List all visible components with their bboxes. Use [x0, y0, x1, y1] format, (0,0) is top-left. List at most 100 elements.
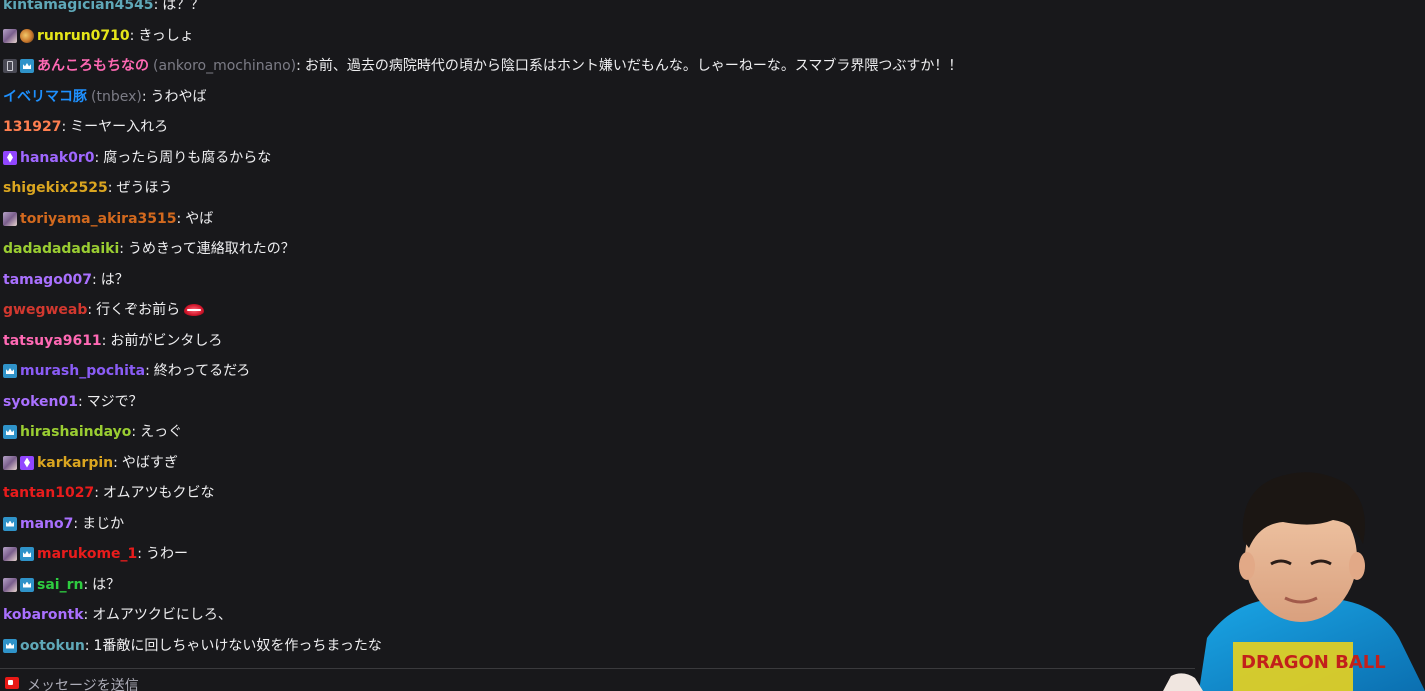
- cheer-badge-icon[interactable]: [20, 28, 34, 43]
- shirt-print-text: DRAGON BALL: [1241, 652, 1386, 673]
- chat-separator: :: [83, 607, 89, 623]
- crown-badge-icon[interactable]: [3, 425, 17, 439]
- chat-separator: :: [83, 576, 89, 593]
- chat-message-text: きっしょ: [138, 27, 194, 44]
- chat-separator: :: [94, 149, 100, 166]
- chat-username[interactable]: mano7: [20, 512, 73, 536]
- chat-username[interactable]: murash_pochita: [20, 359, 145, 383]
- chat-separator: :: [92, 271, 97, 288]
- chat-message-text: 1番敵に回しちゃいけない奴を作っちまったな: [93, 637, 382, 654]
- avatar-badge-icon[interactable]: [3, 211, 17, 226]
- chat-separator: :: [137, 546, 143, 562]
- chat-message-text: お前、過去の病院時代の頃から陰口系はホント嫌いだもんな。しゃーねーな。スマブラ界…: [304, 58, 963, 74]
- gem-badge-icon[interactable]: [3, 150, 17, 165]
- chat-input-placeholder: メッセージを送信: [27, 678, 139, 691]
- chat-username[interactable]: tantan1027: [3, 481, 94, 505]
- chat-username[interactable]: runrun0710: [37, 24, 130, 48]
- chat-login-name: (tnbex): [91, 88, 142, 105]
- chat-message: toriyama_akira3515: やば: [3, 207, 213, 231]
- crown-badge-icon[interactable]: [3, 516, 17, 531]
- chat-username[interactable]: shigekix2525: [3, 176, 108, 200]
- chat-message: mano7: まじか: [3, 512, 124, 536]
- chat-separator: :: [119, 241, 124, 257]
- chat-message: shigekix2525: ぜうほう: [3, 176, 172, 200]
- chat-message-text: 終わってるだろ: [153, 363, 251, 379]
- chat-message: tamago007: は？: [3, 268, 129, 292]
- chat-username[interactable]: sai_rn: [37, 573, 83, 597]
- chat-message-text: うめきって連絡取れたの？: [127, 241, 295, 257]
- chat-separator: :: [77, 393, 83, 410]
- chat-separator: :: [94, 485, 99, 501]
- chat-separator: :: [153, 0, 159, 13]
- crown-badge-icon[interactable]: [3, 638, 17, 653]
- chat-message: syoken01: マジで？: [3, 390, 143, 414]
- chat-message-text: は？: [92, 576, 121, 593]
- chat-message: dadadadadaiki: うめきって連絡取れたの？: [3, 237, 295, 261]
- chat-separator: :: [73, 515, 79, 532]
- chat-login-name: (ankoro_mochinano): [153, 58, 297, 74]
- chat-separator: :: [84, 637, 90, 654]
- avatar-badge-icon[interactable]: [3, 547, 17, 561]
- chat-separator: :: [145, 363, 150, 379]
- chat-username[interactable]: tatsuya9611: [3, 329, 102, 353]
- chat-separator: :: [87, 302, 93, 318]
- chat-username[interactable]: gwegweab: [3, 298, 87, 322]
- avatar-badge-icon[interactable]: [3, 577, 17, 592]
- lips-emote-icon: [184, 304, 205, 316]
- chat-message: gwegweab: 行くぞお前ら: [3, 298, 205, 322]
- chat-username[interactable]: kintamagician4545: [3, 0, 154, 17]
- chat-username[interactable]: イベリマコ豚: [3, 85, 87, 109]
- chat-username[interactable]: toriyama_akira3515: [20, 207, 177, 231]
- chat-message-text: やば: [185, 210, 214, 227]
- chat-separator: :: [101, 332, 107, 349]
- crown-badge-icon[interactable]: [3, 364, 17, 378]
- crown-badge-icon[interactable]: [20, 577, 34, 592]
- chat-input[interactable]: メッセージを送信: [0, 669, 1195, 691]
- chat-message: murash_pochita: 終わってるだろ: [3, 359, 250, 383]
- chat-message-text: は？？: [162, 0, 205, 13]
- chat-message-text: お前がビンタしろ: [110, 332, 223, 349]
- chat-separator: :: [129, 27, 135, 44]
- record-icon: [5, 677, 19, 689]
- chat-message: marukome_1: うわー: [3, 542, 188, 566]
- chat-message-text: まじか: [82, 515, 125, 532]
- chat-message: ootokun:1番敵に回しちゃいけない奴を作っちまったな: [3, 634, 382, 658]
- chat-separator: :: [176, 210, 182, 227]
- avatar-badge-icon[interactable]: [3, 28, 17, 43]
- chat-message: runrun0710: きっしょ: [3, 24, 194, 48]
- chat-username[interactable]: あんころもちなの: [37, 54, 149, 78]
- gem-badge-icon[interactable]: [20, 455, 34, 470]
- chat-message-text: オムアツクビにしろ、: [92, 607, 232, 623]
- chat-message: イベリマコ豚 (tnbex): うわやば: [3, 85, 207, 109]
- chat-message: kobarontk: オムアツクビにしろ、: [3, 603, 232, 627]
- chat-message: あんころもちなの (ankoro_mochinano): お前、過去の病院時代の頃か…: [3, 54, 962, 78]
- chat-separator: :: [141, 88, 147, 105]
- chat-message-text: ミーヤー入れろ: [70, 119, 169, 135]
- chat-username[interactable]: ootokun: [20, 634, 85, 658]
- chat-separator: :: [131, 424, 137, 440]
- chat-username[interactable]: kobarontk: [3, 603, 84, 627]
- chat-username[interactable]: hanak0r0: [20, 146, 95, 170]
- chat-message-text: は？: [100, 271, 129, 288]
- chat-separator: :: [61, 119, 67, 135]
- chat-message: sai_rn: は？: [3, 573, 120, 597]
- chat-message-text: 行くぞお前ら: [96, 302, 181, 318]
- chat-username[interactable]: 131927: [3, 115, 61, 139]
- phone-badge-icon[interactable]: [3, 59, 17, 73]
- chat-message: 131927: ミーヤー入れろ: [3, 115, 168, 139]
- chat-username[interactable]: marukome_1: [37, 542, 137, 566]
- chat-message-text: えっぐ: [140, 424, 183, 440]
- chat-username[interactable]: tamago007: [3, 268, 92, 292]
- chat-username[interactable]: dadadadadaiki: [3, 237, 119, 261]
- chat-username[interactable]: hirashaindayo: [20, 420, 131, 444]
- chat-message: hirashaindayo: えっぐ: [3, 420, 182, 444]
- chat-separator: :: [296, 58, 301, 74]
- crown-badge-icon[interactable]: [20, 547, 34, 561]
- chat-message-text: うわー: [146, 546, 189, 562]
- chat-username[interactable]: karkarpin: [37, 451, 113, 475]
- chat-message-text: やばすぎ: [121, 454, 178, 471]
- chat-username[interactable]: syoken01: [3, 390, 78, 414]
- chat-message-text: ぜうほう: [116, 180, 173, 196]
- crown-badge-icon[interactable]: [20, 59, 34, 73]
- avatar-badge-icon[interactable]: [3, 455, 17, 470]
